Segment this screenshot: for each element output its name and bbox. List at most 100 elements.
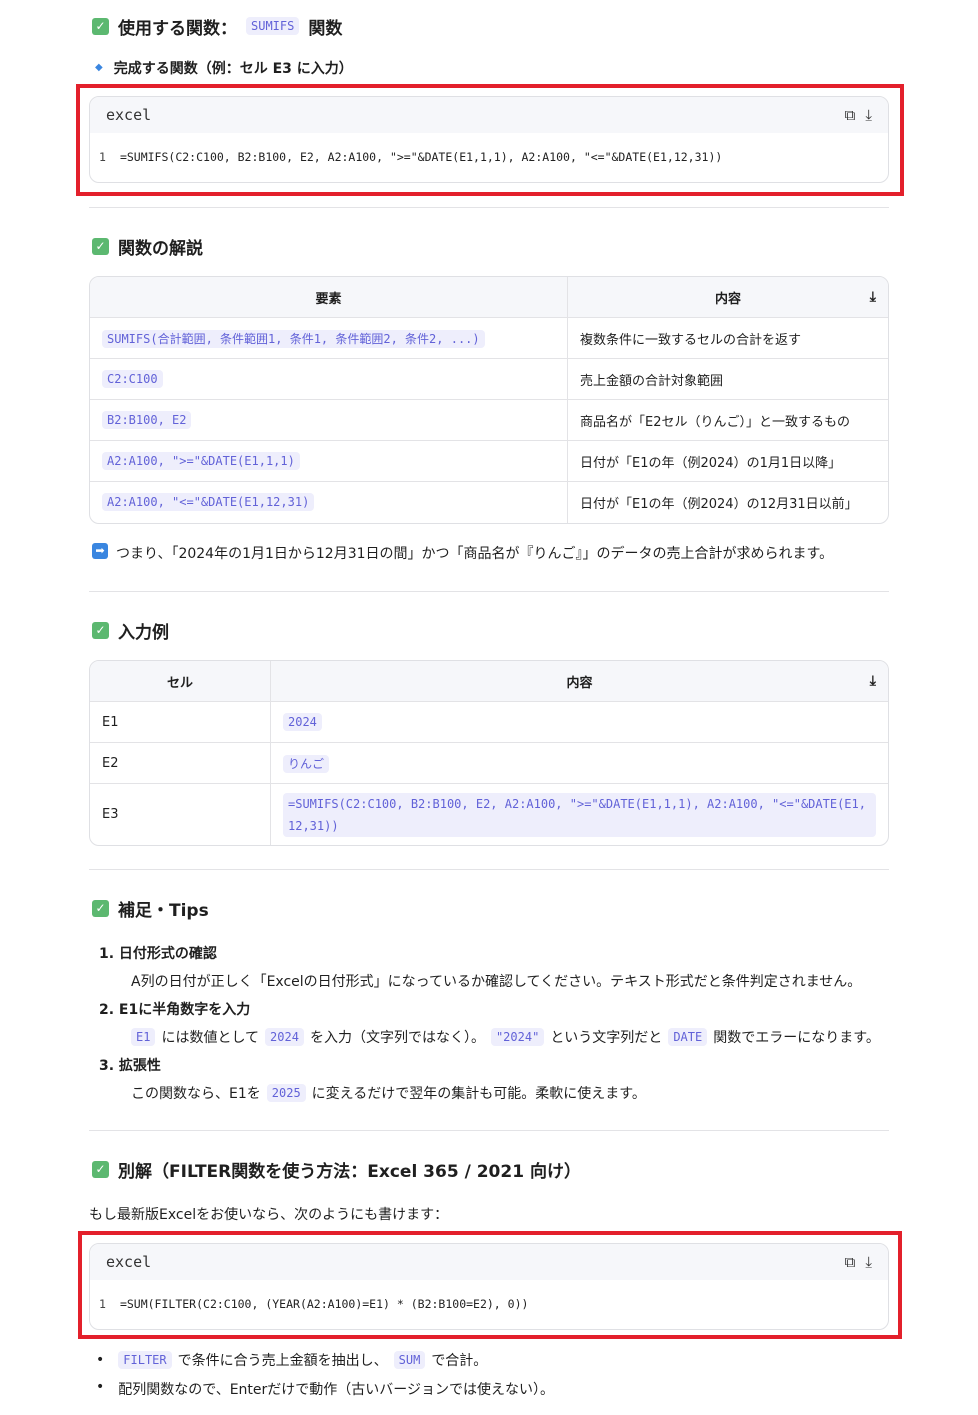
column-header: 内容 ⤓ bbox=[270, 661, 888, 702]
list-item: • FILTER で条件に合う売上金額を抽出し、 SUM で合計。 bbox=[96, 1350, 487, 1370]
table-row: E1 2024 bbox=[90, 702, 888, 743]
bullet-icon: • bbox=[96, 1379, 105, 1395]
text: 配列関数なので、Enterだけで動作（古いバージョンでは使えない）。 bbox=[118, 1382, 555, 1398]
table-row: E2 りんご bbox=[90, 743, 888, 784]
section-heading-explanation: ✓ 関数の解説 bbox=[92, 234, 203, 259]
text: この関数なら、E1を bbox=[131, 1086, 261, 1102]
divider bbox=[89, 591, 889, 592]
cell-text: E1 bbox=[90, 702, 270, 743]
download-icon[interactable]: ⤓ bbox=[870, 673, 876, 689]
explanation-table: 要素 内容 ⤓ SUMIFS(合計範囲, 条件範囲1, 条件1, 条件範囲2, 条件… bbox=[89, 276, 889, 524]
cell-code: 2024 bbox=[283, 712, 322, 731]
list-item: • 配列関数なので、Enterだけで動作（古いバージョンでは使えない）。 bbox=[96, 1379, 554, 1399]
inline-code: E1 bbox=[131, 1028, 156, 1046]
text: を入力（文字列ではなく）。 bbox=[309, 1030, 485, 1046]
heading-text: 別解（FILTER関数を使う方法：Excel 365 / 2021 向け） bbox=[118, 1161, 581, 1182]
text: という文字列だと bbox=[550, 1030, 663, 1046]
check-icon: ✓ bbox=[92, 17, 109, 35]
cell-text: 複数条件に一致するセルの合計を返す bbox=[567, 318, 888, 359]
tip-text: A列の日付が正しく「Excelの日付形式」になっているか確認してください。テキス… bbox=[131, 974, 862, 990]
inline-code: "2024" bbox=[490, 1028, 545, 1046]
cell-code: A2:A100, ">="&DATE(E1,1,1) bbox=[102, 451, 300, 470]
check-icon: ✓ bbox=[92, 621, 109, 639]
text: 関数でエラーになります。 bbox=[713, 1030, 880, 1046]
divider bbox=[89, 869, 889, 870]
cell-text: 日付が「E1の年（例2024）の12月31日以前」 bbox=[567, 482, 888, 523]
cell-code: B2:B100, E2 bbox=[102, 410, 192, 429]
code-language: excel bbox=[106, 1253, 152, 1271]
table-row: C2:C100 売上金額の合計対象範囲 bbox=[90, 359, 888, 400]
bullet-text: 完成する関数（例：セル E3 に入力） bbox=[113, 61, 353, 77]
input-example-table: セル 内容 ⤓ E1 2024 E2 りんご E3 =SUMIFS(C2:C100, B2… bbox=[89, 660, 889, 846]
divider bbox=[89, 1130, 889, 1131]
cell-text: 売上金額の合計対象範囲 bbox=[567, 359, 888, 400]
inline-code: SUMIFS bbox=[246, 17, 300, 35]
cell-code: =SUMIFS(C2:C100, B2:B100, E2, A2:A100, "… bbox=[283, 792, 876, 837]
diamond-icon: ◆ bbox=[95, 62, 103, 73]
code-text: =SUM(FILTER(C2:C100, (YEAR(A2:A100)=E1) … bbox=[119, 1297, 529, 1311]
arrow-right-icon: ➡ bbox=[92, 543, 108, 559]
tip-text: この関数なら、E1を 2025 に変えるだけで翌年の集計も可能。柔軟に使えます。 bbox=[131, 1083, 646, 1103]
table-row: SUMIFS(合計範囲, 条件範囲1, 条件1, 条件範囲2, 条件2, ...… bbox=[90, 318, 888, 359]
divider bbox=[89, 207, 889, 208]
cell-text: E3 bbox=[102, 807, 119, 822]
line-number: 1 bbox=[99, 150, 106, 164]
check-icon: ✓ bbox=[92, 237, 109, 255]
cell-code: SUMIFS(合計範囲, 条件範囲1, 条件1, 条件範囲2, 条件2, ...… bbox=[102, 329, 485, 348]
column-header: セル bbox=[90, 661, 270, 702]
tip-text: E1 には数値として 2024 を入力（文字列ではなく）。 "2024" という文字列だと… bbox=[131, 1027, 880, 1047]
column-header: 内容 ⤓ bbox=[567, 277, 888, 318]
section-heading-alternative: ✓ 別解（FILTER関数を使う方法：Excel 365 / 2021 向け） bbox=[92, 1157, 581, 1182]
section-heading-function: ✓ 使用する関数： SUMIFS 関数 bbox=[92, 14, 343, 39]
check-icon: ✓ bbox=[92, 899, 109, 917]
tip-title: 2. E1に半角数字を入力 bbox=[99, 1002, 251, 1018]
heading-suffix: 関数 bbox=[308, 18, 343, 39]
code-block-sumifs: excel ⧉ ⤓ 1 =SUMIFS(C2:C100, B2:B100, E2, A… bbox=[89, 96, 889, 183]
text: には数値として bbox=[161, 1030, 260, 1046]
heading-text: 使用する関数： bbox=[118, 18, 237, 39]
inline-code: 2024 bbox=[265, 1028, 304, 1046]
cell-text: 日付が「E1の年（例2024）の1月1日以降」 bbox=[567, 441, 888, 482]
heading-text: 関数の解説 bbox=[118, 238, 203, 259]
inline-code: DATE bbox=[668, 1028, 708, 1046]
inline-code: 2025 bbox=[266, 1084, 306, 1102]
tip-title: 3. 拡張性 bbox=[99, 1058, 161, 1074]
cell-code: A2:A100, "<="&DATE(E1,12,31) bbox=[102, 493, 315, 511]
cell-text: E2 bbox=[90, 743, 270, 784]
table-row: A2:A100, "<="&DATE(E1,12,31) 日付が「E1の年（例20… bbox=[90, 482, 888, 523]
copy-icon[interactable]: ⧉ bbox=[845, 106, 856, 124]
line-number: 1 bbox=[99, 1297, 106, 1311]
text: に変えるだけで翌年の集計も可能。柔軟に使えます。 bbox=[311, 1086, 646, 1102]
download-icon[interactable]: ⤓ bbox=[865, 1253, 872, 1271]
download-icon[interactable]: ⤓ bbox=[865, 106, 872, 124]
header-text: 内容 bbox=[566, 675, 593, 691]
section-heading-input-example: ✓ 入力例 bbox=[92, 618, 169, 643]
tip-title: 1. 日付形式の確認 bbox=[99, 946, 217, 962]
table-row: E3 =SUMIFS(C2:C100, B2:B100, E2, A2:A100,… bbox=[90, 784, 888, 845]
text: で合計。 bbox=[431, 1353, 488, 1369]
paragraph: もし最新版Excelをお使いなら、次のようにも書けます： bbox=[89, 1207, 449, 1223]
table-row: B2:B100, E2 商品名が「E2セル（りんご）」と一致するもの bbox=[90, 400, 888, 441]
cell-code: りんご bbox=[283, 754, 330, 773]
download-icon[interactable]: ⤓ bbox=[870, 289, 876, 305]
code-language: excel bbox=[106, 106, 152, 124]
cell-text: 商品名が「E2セル（りんご）」と一致するもの bbox=[567, 400, 888, 441]
inline-code: SUM bbox=[393, 1351, 426, 1369]
check-icon: ✓ bbox=[92, 1160, 109, 1178]
copy-icon[interactable]: ⧉ bbox=[845, 1253, 856, 1271]
summary-text: つまり、「2024年の1月1日から12月31日の間」かつ「商品名が『りんご』」の… bbox=[116, 546, 834, 562]
code-text: =SUMIFS(C2:C100, B2:B100, E2, A2:A100, "… bbox=[119, 150, 723, 164]
column-header: 要素 bbox=[90, 277, 567, 318]
table-row: A2:A100, ">="&DATE(E1,1,1) 日付が「E1の年（例2024… bbox=[90, 441, 888, 482]
bullet-icon: • bbox=[96, 1352, 105, 1368]
sub-bullet: ◆ 完成する関数（例：セル E3 に入力） bbox=[95, 58, 353, 78]
cell-code: C2:C100 bbox=[102, 369, 163, 388]
heading-text: 入力例 bbox=[118, 622, 169, 643]
header-text: 内容 bbox=[714, 291, 741, 307]
inline-code: FILTER bbox=[118, 1351, 172, 1369]
summary-line: ➡ つまり、「2024年の1月1日から12月31日の間」かつ「商品名が『りんご』」… bbox=[92, 543, 833, 563]
text: で条件に合う売上金額を抽出し、 bbox=[177, 1353, 388, 1369]
heading-text: 補足・Tips bbox=[118, 900, 209, 921]
code-block-filter: excel ⧉ ⤓ 1 =SUM(FILTER(C2:C100, (YEAR(A2:A… bbox=[89, 1243, 889, 1330]
section-heading-tips: ✓ 補足・Tips bbox=[92, 896, 209, 921]
